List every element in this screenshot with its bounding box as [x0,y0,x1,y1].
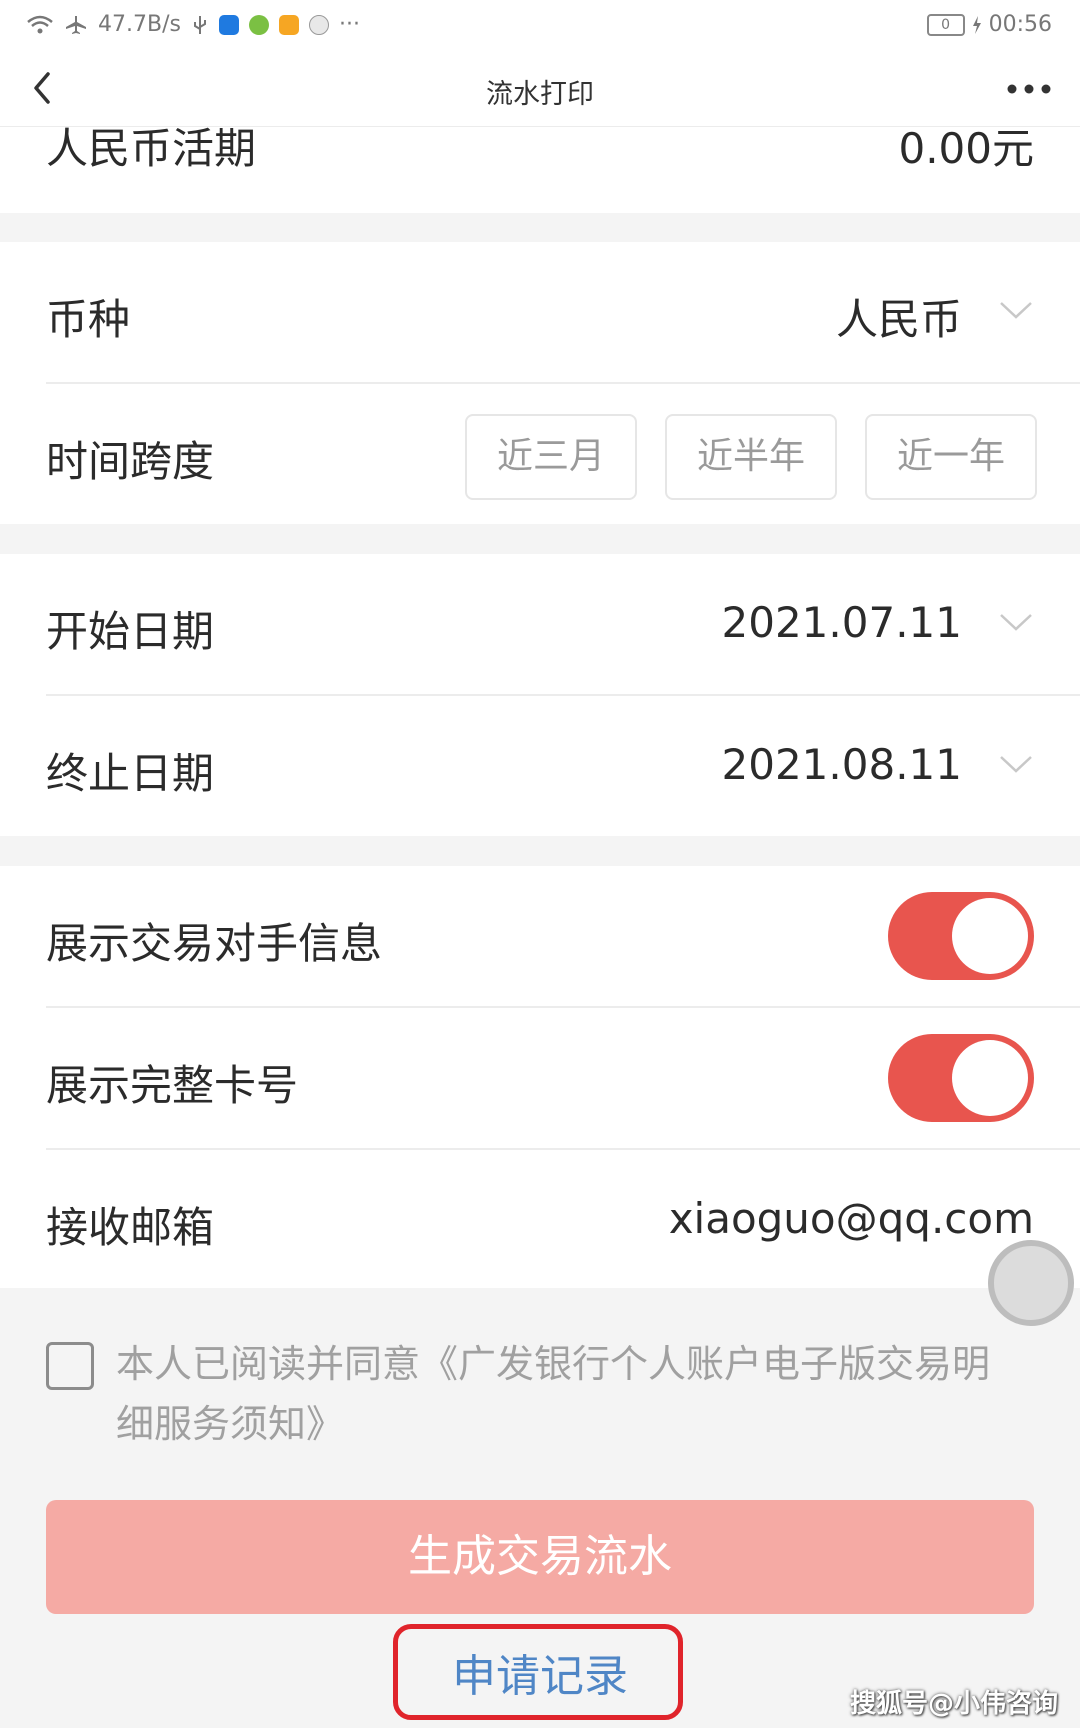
email-value[interactable]: xiaoguo@qq.com [669,1194,1034,1243]
usb-icon [193,15,206,34]
time-span-label: 时间跨度 [46,437,215,486]
network-speed: 47.7B/s [98,12,181,37]
account-card[interactable]: 人民币活期 0.00元 [0,124,1080,213]
start-date-label: 开始日期 [46,607,215,656]
currency-card: 币种 人民币 时间跨度 近三月 近半年 近一年 [0,242,1080,524]
generate-statement-button[interactable]: 生成交易流水 [46,1500,1034,1614]
agreement-checkbox[interactable] [46,1342,94,1390]
counterparty-toggle[interactable] [888,892,1034,980]
chevron-down-icon [1000,302,1032,319]
full-card-label: 展示完整卡号 [46,1061,299,1110]
more-notifications: ··· [338,12,360,37]
end-date-label: 终止日期 [46,749,215,798]
toggle-knob [952,1040,1028,1116]
red-highlight-box [393,1624,683,1720]
floating-assist-button[interactable] [988,1240,1074,1326]
battery-icon: 0 [926,13,965,36]
wifi-icon [27,15,53,33]
counterparty-row: 展示交易对手信息 [0,866,1080,1006]
currency-label: 币种 [46,295,131,344]
charging-icon [972,15,981,34]
app-color-icon [248,14,269,35]
app-shield-icon [218,14,239,35]
email-row[interactable]: 接收邮箱 xiaoguo@qq.com [0,1150,1080,1288]
agreement-text[interactable]: 本人已阅读并同意《广发银行个人账户电子版交易明细服务须知》 [116,1334,1016,1454]
watermark: 搜狐号@小伟咨询 [849,1689,1058,1719]
currency-row[interactable]: 币种 人民币 [0,242,1080,382]
account-label: 人民币活期 [46,124,257,173]
time-span-row: 时间跨度 近三月 近半年 近一年 [0,384,1080,524]
account-balance: 0.00元 [898,124,1034,173]
status-bar: 47.7B/s ··· 0 00:56 [0,0,1080,52]
start-date-value: 2021.07.11 [721,598,962,647]
start-date-row[interactable]: 开始日期 2021.07.11 [0,554,1080,694]
status-right: 0 00:56 [926,12,1052,37]
status-time: 00:56 [988,12,1052,37]
page-title: 流水打印 [486,79,594,110]
end-date-value: 2021.08.11 [721,740,962,789]
option-1-year[interactable]: 近一年 [865,414,1037,500]
counterparty-label: 展示交易对手信息 [46,919,383,968]
option-6-months[interactable]: 近半年 [665,414,837,500]
options-card: 展示交易对手信息 展示完整卡号 接收邮箱 xiaoguo@qq.com [0,866,1080,1288]
more-menu-icon[interactable] [1004,74,1054,104]
status-left: 47.7B/s ··· [26,12,360,37]
toggle-knob [952,898,1028,974]
app-at-icon [308,14,329,35]
currency-value: 人民币 [835,295,962,344]
airplane-icon [66,15,86,34]
app-pet-icon [278,14,299,35]
end-date-row[interactable]: 终止日期 2021.08.11 [0,696,1080,836]
chevron-down-icon [1000,756,1032,773]
full-card-toggle[interactable] [888,1034,1034,1122]
chevron-down-icon [1000,614,1032,631]
date-card: 开始日期 2021.07.11 终止日期 2021.08.11 [0,554,1080,836]
option-3-months[interactable]: 近三月 [465,414,637,500]
email-label: 接收邮箱 [46,1203,215,1252]
full-card-row: 展示完整卡号 [0,1008,1080,1148]
